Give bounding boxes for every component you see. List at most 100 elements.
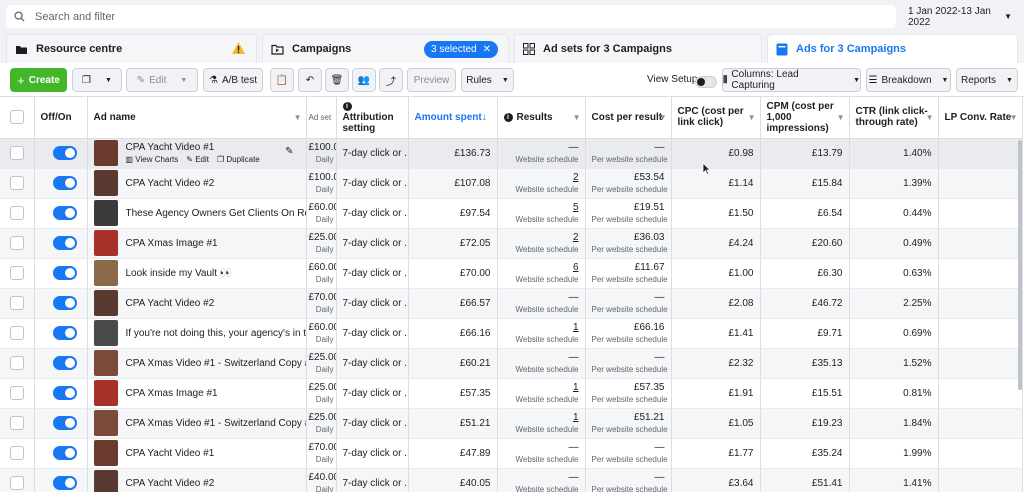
ad-name[interactable]: CPA Xmas Video #1 - Switzerland Copy #2 [126, 418, 306, 429]
tab-ad-sets[interactable]: Ad sets for 3 Campaigns [514, 34, 762, 63]
row-checkbox[interactable] [9, 446, 24, 460]
delete-button[interactable]: 🗑 [325, 68, 349, 92]
table-row[interactable]: CPA Xmas Image #1 £25.00 Daily 7-day clic… [0, 228, 1023, 259]
on-off-toggle[interactable] [52, 416, 77, 430]
row-checkbox[interactable] [9, 416, 24, 430]
ad-name[interactable]: CPA Yacht Video #2 [126, 298, 215, 309]
ad-name[interactable]: CPA Yacht Video #1 [126, 448, 215, 459]
selected-pill[interactable]: 3 selected ✕ [424, 41, 498, 58]
ab-test-button[interactable]: ⚗ A/B test [203, 68, 263, 92]
on-off-toggle[interactable] [52, 266, 77, 280]
ad-name-header[interactable]: Ad name ▼ [87, 97, 307, 139]
pencil-icon[interactable]: ✎ [285, 146, 293, 157]
row-checkbox[interactable] [9, 356, 24, 370]
results-value[interactable]: 1 [573, 412, 579, 423]
ad-name-cell[interactable]: Look inside my Vault 👀 [87, 258, 307, 289]
duplicate-dropdown-button[interactable]: ❐ ▼ [72, 68, 122, 92]
search-input[interactable]: Search and filter [6, 5, 896, 28]
breakdown-button[interactable]: ☰ Breakdown ▼ [866, 68, 951, 92]
table-row[interactable]: CPA Yacht Video #2 £100.00 Daily 7-day cl… [0, 168, 1023, 199]
preview-button[interactable]: Preview [407, 68, 456, 92]
ad-name[interactable]: CPA Yacht Video #2 [126, 478, 215, 489]
ad-name-cell[interactable]: CPA Yacht Video #1 ▥ View Charts ✎ Edit … [87, 138, 307, 169]
lp-conv-header[interactable]: LP Conv. Rate ▼ [938, 97, 1023, 139]
row-checkbox[interactable] [9, 236, 24, 250]
row-checkbox[interactable] [9, 476, 24, 490]
results-value[interactable]: 1 [573, 382, 579, 393]
ad-name-cell[interactable]: CPA Xmas Video #1 - Switzerland Copy #2 [87, 348, 307, 379]
row-checkbox[interactable] [9, 386, 24, 400]
cpc-header[interactable]: CPC (cost per link click) ▼ [671, 97, 761, 139]
on-off-toggle[interactable] [52, 356, 77, 370]
row-checkbox[interactable] [9, 176, 24, 190]
ad-name-cell[interactable]: CPA Xmas Video #1 - Switzerland Copy #2 [87, 408, 307, 439]
tab-resource-centre[interactable]: Resource centre [6, 34, 257, 63]
row-checkbox[interactable] [9, 146, 24, 160]
ad-name-cell[interactable]: CPA Xmas Image #1 [87, 378, 307, 409]
export-button[interactable]: ⤴ [379, 68, 403, 92]
clipboard-button[interactable]: 📋 [270, 68, 294, 92]
ad-name-cell[interactable]: These Agency Owners Get Clients On Repea… [87, 198, 307, 229]
table-row[interactable]: CPA Yacht Video #1 ▥ View Charts ✎ Edit … [0, 138, 1023, 169]
date-range-picker[interactable]: 1 Jan 2022-13 Jan 2022 ▼ [900, 5, 1018, 28]
table-row[interactable]: CPA Xmas Image #1 £25.00 Daily 7-day clic… [0, 378, 1023, 409]
table-row[interactable]: CPA Yacht Video #2 £40.00 Daily 7-day cli… [0, 468, 1023, 492]
ad-set-header[interactable]: Ad set [306, 97, 337, 139]
tab-ads[interactable]: Ads for 3 Campaigns [767, 34, 1018, 63]
on-off-toggle[interactable] [52, 476, 77, 490]
create-button[interactable]: + Create [10, 68, 67, 92]
ad-name[interactable]: CPA Yacht Video #2 [126, 178, 215, 189]
view-charts-link[interactable]: ▥ View Charts [126, 155, 179, 164]
results-value[interactable]: 5 [573, 202, 579, 213]
vertical-scrollbar[interactable] [1018, 140, 1022, 390]
ad-name[interactable]: CPA Xmas Image #1 [126, 388, 218, 399]
ad-name-cell[interactable]: CPA Yacht Video #2 [87, 168, 307, 199]
table-row[interactable]: Look inside my Vault 👀 £60.00 Daily 7-day… [0, 258, 1023, 289]
table-row[interactable]: CPA Xmas Video #1 - Switzerland Copy #2 … [0, 408, 1023, 439]
view-setup-toggle[interactable] [695, 76, 717, 88]
on-off-toggle[interactable] [52, 176, 77, 190]
amount-spent-header[interactable]: Amount spent↓ [408, 97, 498, 139]
rules-button[interactable]: Rules ▼ [461, 68, 514, 92]
on-off-toggle[interactable] [52, 146, 77, 160]
on-off-toggle[interactable] [52, 386, 77, 400]
cost-per-result-header[interactable]: Cost per result ▼ [585, 97, 672, 139]
ad-name[interactable]: Look inside my Vault 👀 [126, 268, 233, 279]
ad-name[interactable]: CPA Xmas Image #1 [126, 238, 218, 249]
attribution-header[interactable]: iAttribution setting [336, 97, 409, 139]
results-value[interactable]: 2 [573, 172, 579, 183]
table-row[interactable]: These Agency Owners Get Clients On Repea… [0, 198, 1023, 229]
ad-name-cell[interactable]: CPA Yacht Video #1 [87, 438, 307, 469]
results-value[interactable]: 1 [573, 322, 579, 333]
ad-name[interactable]: CPA Yacht Video #1 [126, 142, 215, 153]
select-all-header[interactable] [0, 97, 35, 139]
results-value[interactable]: 6 [573, 262, 579, 273]
ad-name[interactable]: These Agency Owners Get Clients On Repea… [126, 208, 306, 219]
on-off-toggle[interactable] [52, 326, 77, 340]
people-button[interactable]: 👥 [352, 68, 376, 92]
duplicate-link[interactable]: ❐ Duplicate [217, 155, 260, 164]
undo-button[interactable]: ↶ [298, 68, 322, 92]
table-row[interactable]: CPA Yacht Video #2 £70.00 Daily 7-day cli… [0, 288, 1023, 319]
onoff-header[interactable]: Off/On [34, 97, 88, 139]
ad-name[interactable]: CPA Xmas Video #1 - Switzerland Copy #2 [126, 358, 306, 369]
table-row[interactable]: If you're not doing this, your agency's … [0, 318, 1023, 349]
row-checkbox[interactable] [9, 206, 24, 220]
on-off-toggle[interactable] [52, 236, 77, 250]
reports-button[interactable]: Reports ▼ [956, 68, 1018, 92]
ad-name-cell[interactable]: CPA Yacht Video #2 [87, 288, 307, 319]
columns-button[interactable]: ⦀ Columns: Lead Capturing ▼ [722, 68, 861, 92]
edit-button[interactable]: ✎ Edit ▼ [126, 68, 198, 92]
ad-name[interactable]: If you're not doing this, your agency's … [126, 328, 306, 339]
ad-name-cell[interactable]: CPA Yacht Video #2 [87, 468, 307, 492]
ctr-header[interactable]: CTR (link click-through rate) ▼ [849, 97, 939, 139]
row-checkbox[interactable] [9, 326, 24, 340]
cpm-header[interactable]: CPM (cost per 1,000 impressions) ▼ [760, 97, 850, 139]
ad-name-cell[interactable]: If you're not doing this, your agency's … [87, 318, 307, 349]
row-checkbox[interactable] [9, 266, 24, 280]
results-header[interactable]: i Results ▼ [497, 97, 586, 139]
on-off-toggle[interactable] [52, 296, 77, 310]
table-row[interactable]: CPA Xmas Video #1 - Switzerland Copy #2 … [0, 348, 1023, 379]
select-all-checkbox[interactable] [9, 110, 24, 125]
edit-link[interactable]: ✎ Edit [186, 155, 209, 164]
